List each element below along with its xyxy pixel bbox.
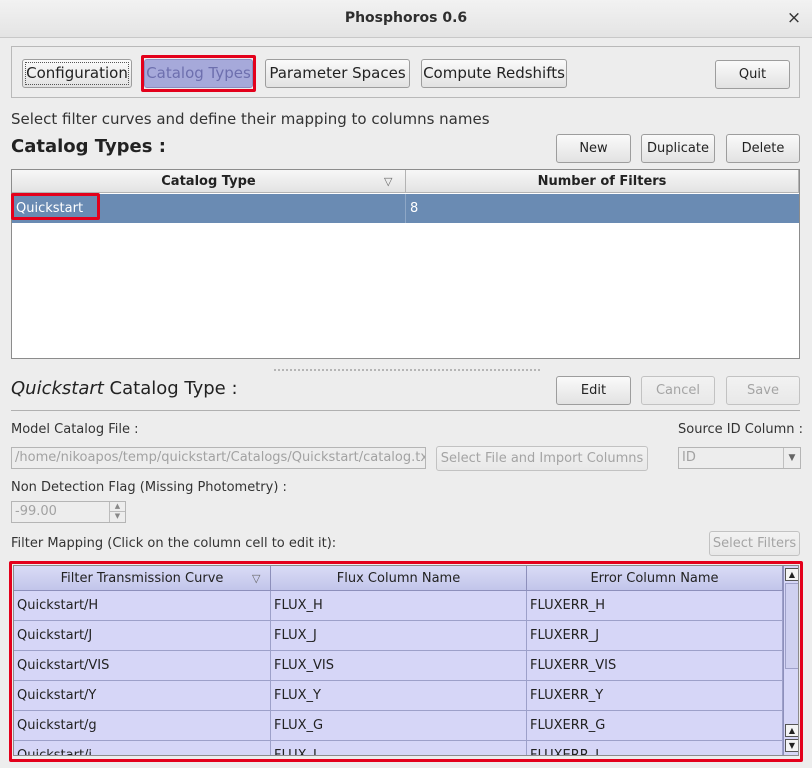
select-filters-button[interactable]: Select Filters — [709, 531, 800, 556]
model-catalog-label: Model Catalog File : — [11, 422, 139, 437]
new-button[interactable]: New — [556, 134, 631, 163]
duplicate-button[interactable]: Duplicate — [641, 134, 715, 163]
catalog-types-title: Catalog Types : — [11, 136, 166, 157]
num-filters-cell[interactable]: 8 — [410, 194, 418, 223]
catalog-types-highlight — [141, 55, 256, 92]
source-id-value: ID — [682, 450, 696, 465]
close-icon[interactable]: × — [784, 8, 804, 28]
detail-title-suffix: Catalog Type : — [103, 378, 238, 399]
non-detection-value: -99.00 — [15, 504, 57, 519]
filter-mapping-highlight — [9, 561, 803, 762]
window-title: Phosphoros 0.6 — [344, 10, 468, 26]
parameter-spaces-button[interactable]: Parameter Spaces — [265, 59, 410, 88]
divider — [11, 410, 800, 411]
delete-button[interactable]: Delete — [726, 134, 800, 163]
compute-redshifts-button[interactable]: Compute Redshifts — [421, 59, 567, 88]
spinner-down-icon[interactable]: ▼ — [109, 512, 125, 522]
source-id-select[interactable]: ID ▼ — [678, 447, 801, 469]
quit-button[interactable]: Quit — [715, 60, 790, 89]
column-divider — [405, 194, 406, 223]
quickstart-row-highlight — [11, 193, 100, 220]
catalog-description: Select filter curves and define their ma… — [11, 110, 490, 128]
save-button[interactable]: Save — [726, 376, 800, 405]
non-detection-spinner[interactable]: -99.00 ▲ ▼ — [11, 501, 126, 523]
sort-icon: ▽ — [384, 175, 393, 188]
table-row[interactable]: Quickstart 8 — [12, 194, 799, 223]
edit-button[interactable]: Edit — [556, 376, 631, 405]
filter-mapping-label: Filter Mapping (Click on the column cell… — [11, 536, 337, 551]
detail-title-catalog-name: Quickstart — [11, 378, 104, 399]
column-header-number-of-filters[interactable]: Number of Filters — [406, 170, 799, 193]
non-detection-label: Non Detection Flag (Missing Photometry) … — [11, 480, 287, 495]
select-file-button[interactable]: Select File and Import Columns — [436, 446, 648, 471]
source-id-label: Source ID Column : — [678, 422, 804, 437]
detail-title: Quickstart Catalog Type : — [11, 378, 238, 399]
column-header-catalog-type[interactable]: Catalog Type ▽ — [12, 170, 406, 193]
model-catalog-field[interactable]: /home/nikoapos/temp/quickstart/Catalogs/… — [11, 447, 426, 469]
chevron-down-icon: ▼ — [783, 448, 800, 468]
title-bar: Phosphoros 0.6 × — [0, 0, 812, 38]
cancel-button[interactable]: Cancel — [641, 376, 715, 405]
configuration-button[interactable]: Configuration — [22, 59, 132, 88]
catalog-types-table: Catalog Type ▽ Number of Filters Quickst… — [11, 169, 800, 359]
splitter-handle[interactable] — [274, 369, 540, 373]
spinner-up-icon[interactable]: ▲ — [109, 502, 125, 512]
